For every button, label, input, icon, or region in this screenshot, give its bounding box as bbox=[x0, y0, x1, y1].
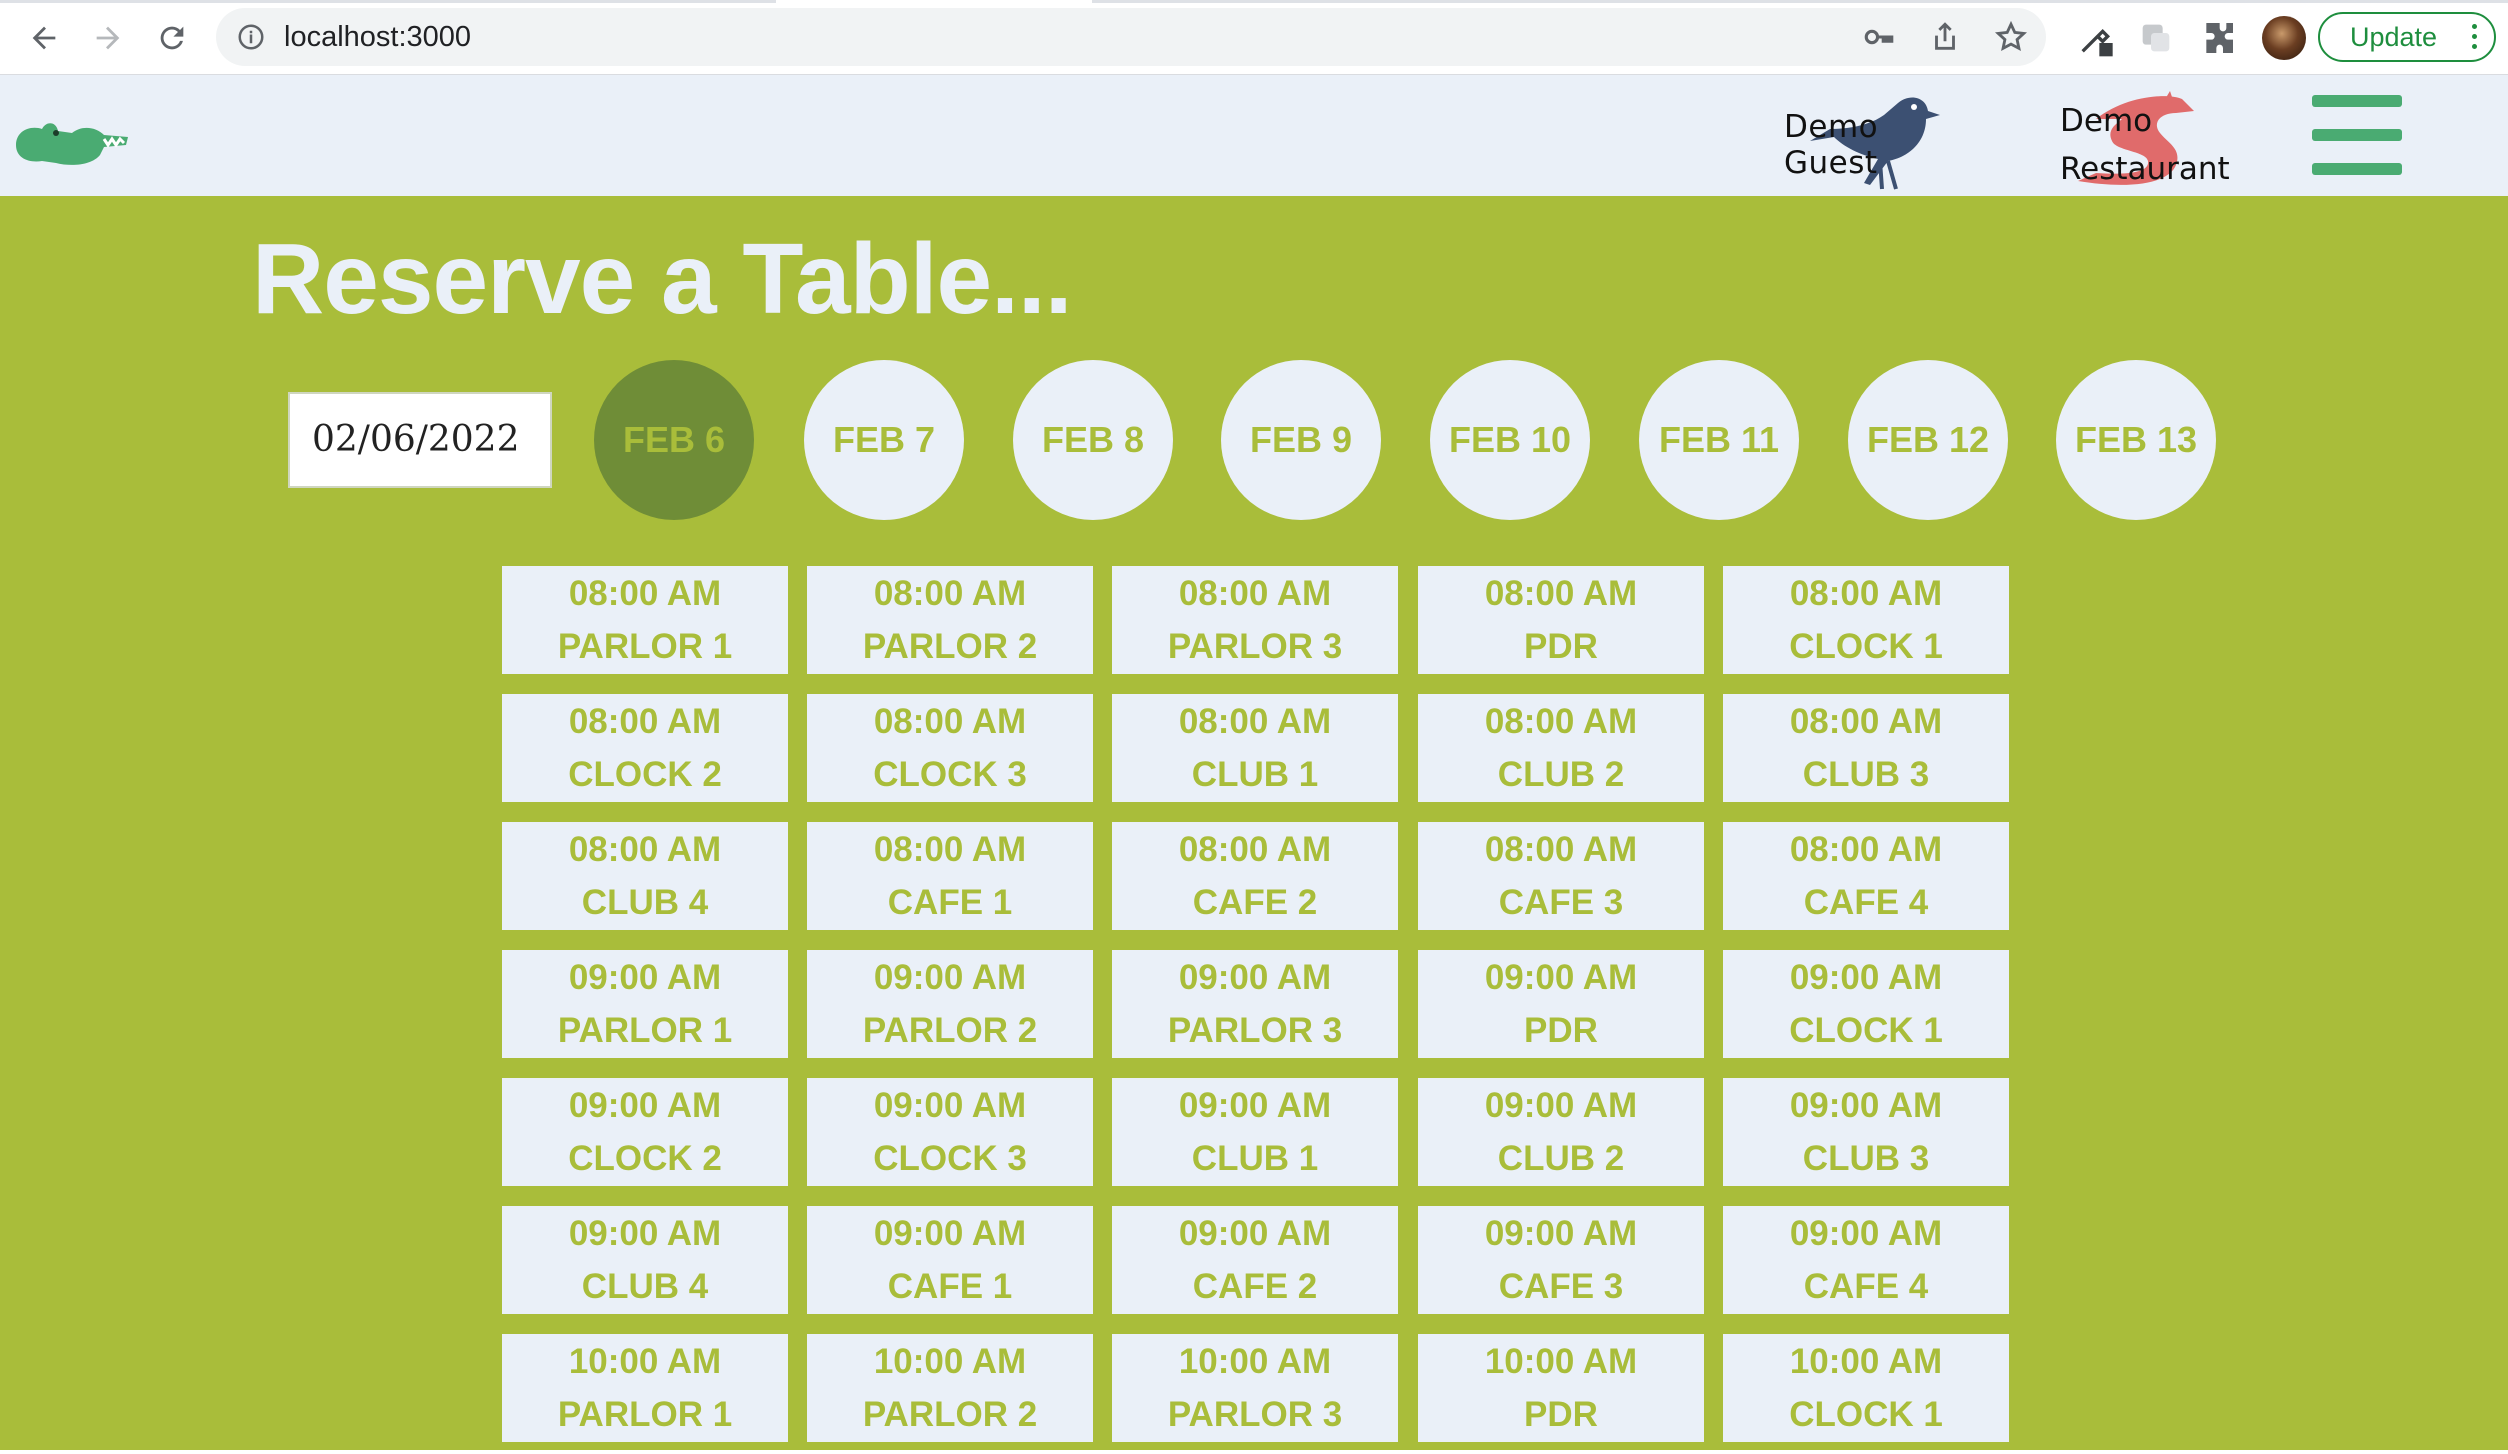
day-button-feb-13[interactable]: FEB 13 bbox=[2056, 360, 2216, 520]
address-bar[interactable]: localhost:3000 bbox=[216, 8, 2046, 66]
guest-user-link[interactable]: Demo Guest bbox=[1780, 83, 1980, 193]
time-slot-button[interactable]: 08:00 AM CAFE 2 bbox=[1112, 822, 1398, 930]
day-button-feb-9[interactable]: FEB 9 bbox=[1221, 360, 1381, 520]
time-slot-button[interactable]: 09:00 AM CAFE 4 bbox=[1723, 1206, 2009, 1314]
page-title: Reserve a Table... bbox=[252, 223, 1072, 335]
time-slot-button[interactable]: 08:00 AM CLOCK 1 bbox=[1723, 566, 2009, 674]
update-label: Update bbox=[2350, 21, 2438, 52]
time-slot-button[interactable]: 08:00 AM PARLOR 1 bbox=[502, 566, 788, 674]
time-slot-button[interactable]: 10:00 AM PDR bbox=[1418, 1334, 1704, 1442]
time-slot-button[interactable]: 08:00 AM CAFE 4 bbox=[1723, 822, 2009, 930]
time-slot-button[interactable]: 09:00 AM CAFE 3 bbox=[1418, 1206, 1704, 1314]
time-slot-button[interactable]: 10:00 AM PARLOR 2 bbox=[807, 1334, 1093, 1442]
restaurant-link[interactable]: Demo Restaurant bbox=[2056, 83, 2246, 193]
date-picker-input[interactable]: 02/06/2022 bbox=[288, 392, 552, 488]
user-name: Demo Guest bbox=[1784, 109, 1879, 181]
time-slot-button[interactable]: 09:00 AM PARLOR 1 bbox=[502, 950, 788, 1058]
time-slot-button[interactable]: 09:00 AM CLOCK 1 bbox=[1723, 950, 2009, 1058]
time-slot-button[interactable]: 08:00 AM CLOCK 3 bbox=[807, 694, 1093, 802]
info-icon[interactable] bbox=[236, 22, 266, 52]
window-bottom-edge bbox=[0, 1450, 2508, 1454]
share-icon[interactable] bbox=[1928, 20, 1962, 54]
time-slot-button[interactable]: 09:00 AM PDR bbox=[1418, 950, 1704, 1058]
day-button-feb-8[interactable]: FEB 8 bbox=[1013, 360, 1173, 520]
time-slot-button[interactable]: 09:00 AM PARLOR 3 bbox=[1112, 950, 1398, 1058]
update-button[interactable]: Update bbox=[2318, 12, 2496, 62]
time-slot-button[interactable]: 08:00 AM PARLOR 2 bbox=[807, 566, 1093, 674]
arrow-left-icon bbox=[32, 26, 56, 50]
browser-toolbar: localhost:3000 Update bbox=[0, 0, 2508, 75]
forward-button[interactable] bbox=[86, 16, 130, 60]
day-button-feb-11[interactable]: FEB 11 bbox=[1639, 360, 1799, 520]
time-slot-button[interactable]: 08:00 AM CLUB 2 bbox=[1418, 694, 1704, 802]
time-slot-button[interactable]: 10:00 AM PARLOR 3 bbox=[1112, 1334, 1398, 1442]
time-slot-button[interactable]: 09:00 AM CAFE 2 bbox=[1112, 1206, 1398, 1314]
time-slot-button[interactable]: 08:00 AM CLOCK 2 bbox=[502, 694, 788, 802]
url-text[interactable]: localhost:3000 bbox=[284, 20, 471, 54]
puzzle-icon[interactable] bbox=[2198, 18, 2238, 58]
day-button-feb-6[interactable]: FEB 6 bbox=[594, 360, 754, 520]
back-button[interactable] bbox=[22, 16, 66, 60]
arrow-right-icon bbox=[96, 26, 120, 50]
eyedropper-extension-icon[interactable] bbox=[2076, 18, 2116, 58]
key-icon[interactable] bbox=[1862, 20, 1896, 54]
restaurant-name: Demo Restaurant bbox=[2060, 103, 2230, 187]
time-slot-button[interactable]: 09:00 AM PARLOR 2 bbox=[807, 950, 1093, 1058]
tab-strip-edge bbox=[1092, 0, 2508, 3]
time-slot-button[interactable]: 08:00 AM PARLOR 3 bbox=[1112, 566, 1398, 674]
copy-extension-icon[interactable] bbox=[2136, 18, 2176, 58]
day-button-feb-7[interactable]: FEB 7 bbox=[804, 360, 964, 520]
time-slot-button[interactable]: 09:00 AM CLOCK 3 bbox=[807, 1078, 1093, 1186]
more-vert-icon bbox=[2472, 24, 2478, 50]
day-button-feb-10[interactable]: FEB 10 bbox=[1430, 360, 1590, 520]
time-slot-button[interactable]: 09:00 AM CLOCK 2 bbox=[502, 1078, 788, 1186]
time-slot-button[interactable]: 08:00 AM CLUB 4 bbox=[502, 822, 788, 930]
time-slot-button[interactable]: 09:00 AM CLUB 4 bbox=[502, 1206, 788, 1314]
time-slot-button[interactable]: 10:00 AM PARLOR 1 bbox=[502, 1334, 788, 1442]
time-slot-button[interactable]: 08:00 AM CLUB 1 bbox=[1112, 694, 1398, 802]
time-slot-button[interactable]: 08:00 AM CAFE 1 bbox=[807, 822, 1093, 930]
time-slot-button[interactable]: 09:00 AM CLUB 2 bbox=[1418, 1078, 1704, 1186]
menu-icon[interactable] bbox=[2312, 95, 2404, 175]
profile-avatar[interactable] bbox=[2262, 16, 2306, 60]
site-header: Demo Guest Demo Restaurant bbox=[0, 75, 2508, 196]
time-slot-button[interactable]: 08:00 AM PDR bbox=[1418, 566, 1704, 674]
time-slot-button[interactable]: 09:00 AM CLUB 1 bbox=[1112, 1078, 1398, 1186]
time-slot-button[interactable]: 09:00 AM CLUB 3 bbox=[1723, 1078, 2009, 1186]
reload-icon bbox=[160, 26, 184, 50]
time-slot-button[interactable]: 08:00 AM CAFE 3 bbox=[1418, 822, 1704, 930]
reload-button[interactable] bbox=[150, 16, 194, 60]
star-icon[interactable] bbox=[1994, 20, 2028, 54]
day-button-feb-12[interactable]: FEB 12 bbox=[1848, 360, 2008, 520]
time-slot-button[interactable]: 10:00 AM CLOCK 1 bbox=[1723, 1334, 2009, 1442]
alligator-logo-icon[interactable] bbox=[12, 111, 132, 169]
time-slot-button[interactable]: 09:00 AM CAFE 1 bbox=[807, 1206, 1093, 1314]
reservation-panel: Reserve a Table... 02/06/2022 FEB 6 FEB … bbox=[0, 196, 2508, 1454]
time-slot-button[interactable]: 08:00 AM CLUB 3 bbox=[1723, 694, 2009, 802]
tab-strip-edge bbox=[0, 0, 776, 3]
